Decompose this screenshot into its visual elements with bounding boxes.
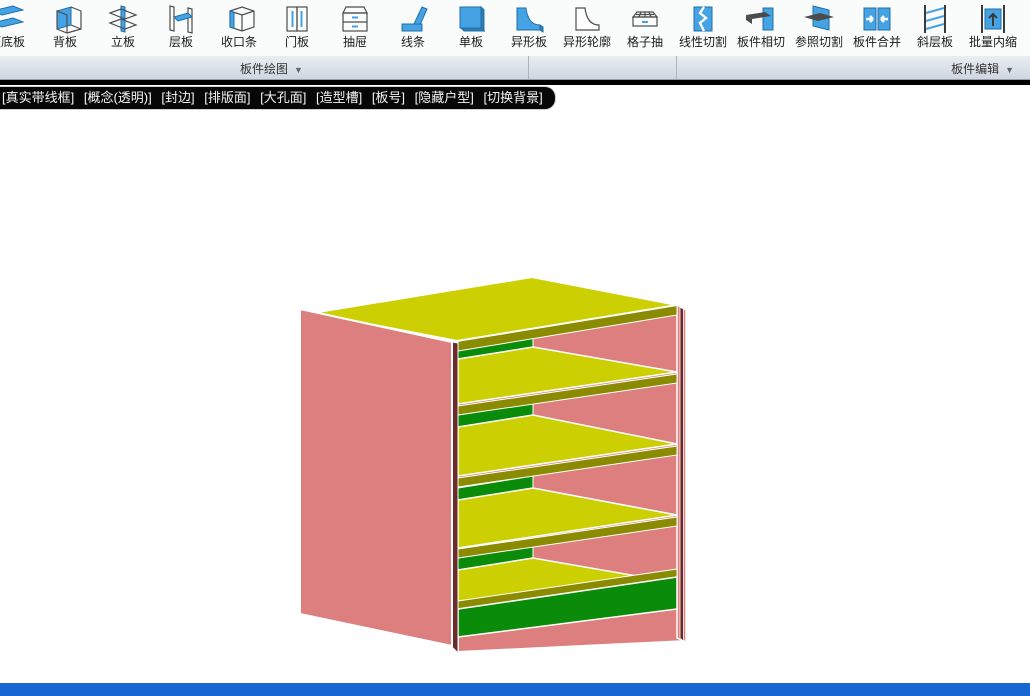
tool-batch-inset[interactable]: 批量内缩 [964,0,1022,50]
view-option-realistic-wireframe[interactable]: [真实带线框] [2,90,74,105]
tool-moulding[interactable]: 线条 [384,0,442,50]
view-option-hide-floorplan[interactable]: [隐藏户型] [415,90,474,105]
shaped-outline-icon [570,3,604,35]
view-option-groove[interactable]: [造型槽] [316,90,362,105]
tool-single-panel[interactable]: 单板 [442,0,500,50]
tool-label: 抽屉 [326,35,384,50]
tool-shaped-panel[interactable]: 异形板 [500,0,558,50]
cabinet-3d-model [0,85,1030,683]
moulding-icon [396,3,430,35]
filler-strip-icon [222,3,256,35]
tool-label: 立板 [94,35,152,50]
right-edge-banding[interactable] [680,307,684,641]
tool-panel-intersect[interactable]: 板件相切 [732,0,790,50]
group-panel-drawing[interactable]: 板件绘图 ▼ [240,60,303,77]
tool-label: 参照切割 [790,35,848,50]
grid-drawer-icon [628,3,662,35]
tool-label: 格子抽 [616,35,674,50]
tool-label: 收口条 [210,35,268,50]
view-option-layout-face[interactable]: [排版面] [204,90,250,105]
chevron-down-icon: ▼ [1005,65,1014,75]
back-panel-icon [48,3,82,35]
chevron-down-icon: ▼ [294,65,303,75]
group-panel-editing[interactable]: 板件编辑 ▼ [951,60,1014,77]
tool-door-panel[interactable]: 门板 [268,0,326,50]
status-bar [0,683,1030,696]
tool-grid-drawer[interactable]: 格子抽 [616,0,674,50]
batch-inset-icon [976,3,1010,35]
view-option-panel-number[interactable]: [板号] [372,90,405,105]
vertical-panel-icon [106,3,140,35]
shaped-panel-icon [512,3,546,35]
tool-label: 斜层板 [906,35,964,50]
tool-label: 异形板 [500,35,558,50]
single-panel-icon [454,3,488,35]
view-option-edge-banding[interactable]: [封边] [161,90,194,105]
tool-label: 板件相切 [732,35,790,50]
tool-label: 线性切割 [674,35,732,50]
view-options-bar: [真实带线框] [概念(透明)] [封边] [排版面] [大孔面] [造型槽] … [0,86,556,110]
tool-label: 异形轮廓 [558,35,616,50]
door-panel-icon [280,3,314,35]
panel-merge-icon [860,3,894,35]
tool-reference-cut[interactable]: 参照切割 [790,0,848,50]
sloped-shelf-icon [918,3,952,35]
drawing-canvas[interactable]: [真实带线框] [概念(透明)] [封边] [排版面] [大孔面] [造型槽] … [0,85,1030,683]
group-divider [676,56,677,79]
panel-intersect-icon [744,3,778,35]
drawer-icon [338,3,372,35]
linear-cut-icon [686,3,720,35]
group-label: 板件编辑 [951,62,999,76]
tool-vertical-panel[interactable]: 立板 [94,0,152,50]
tool-label: 单板 [442,35,500,50]
reference-cut-icon [802,3,836,35]
tool-back-panel[interactable]: 背板 [36,0,94,50]
view-option-switch-background[interactable]: [切换背景] [484,90,543,105]
shelf-panel-icon [164,3,198,35]
ribbon-group-bar: 板件绘图 ▼ 板件编辑 ▼ [0,56,1030,80]
group-divider [528,56,529,79]
tool-drawer[interactable]: 抽屉 [326,0,384,50]
group-label: 板件绘图 [240,62,288,76]
tool-label: 顶底板 [0,35,36,50]
top-bottom-panel-icon [0,3,24,35]
left-side-panel[interactable] [300,309,452,646]
tool-label: 线条 [384,35,442,50]
tool-label: 批量内缩 [964,35,1022,50]
tool-shaped-outline[interactable]: 异形轮廓 [558,0,616,50]
tool-linear-cut[interactable]: 线性切割 [674,0,732,50]
tool-label: 门板 [268,35,326,50]
tool-filler-strip[interactable]: 收口条 [210,0,268,50]
ribbon-toolbar: 顶底板 背板 立板 层板 收口条 [0,0,1030,56]
tool-shelf-panel[interactable]: 层板 [152,0,210,50]
tool-sloped-shelf[interactable]: 斜层板 [906,0,964,50]
tool-top-bottom-panel[interactable]: 顶底板 [0,0,36,50]
tool-label: 板件合并 [848,35,906,50]
view-option-big-hole-face[interactable]: [大孔面] [260,90,306,105]
view-option-concept-transparent[interactable]: [概念(透明)] [84,90,152,105]
tool-panel-merge[interactable]: 板件合并 [848,0,906,50]
tool-label: 背板 [36,35,94,50]
tool-label: 层板 [152,35,210,50]
